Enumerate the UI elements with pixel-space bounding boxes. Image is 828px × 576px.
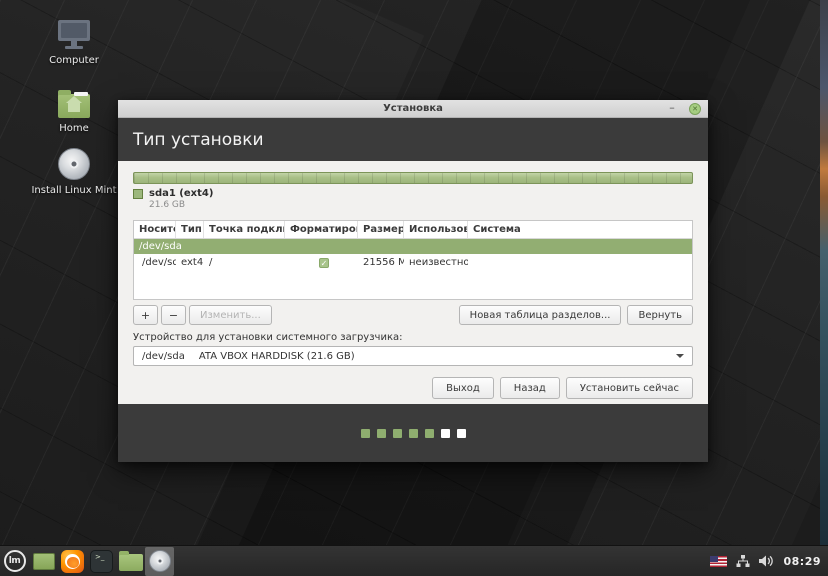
revert-button[interactable]: Вернуть — [627, 305, 693, 325]
add-partition-button[interactable]: + — [133, 305, 158, 325]
chevron-down-icon — [676, 354, 684, 358]
desktop-icon-label: Home — [59, 123, 89, 134]
used-cell: неизвестно — [409, 257, 468, 268]
table-row[interactable]: /dev/sda1 ext4 / ✓ 21556 MB неизвестно — [134, 254, 692, 271]
taskbar: lm >_ 08:29 — [0, 545, 828, 576]
network-icon[interactable] — [736, 555, 750, 567]
terminal-launcher[interactable]: >_ — [87, 547, 116, 576]
change-partition-button[interactable]: Изменить... — [189, 305, 272, 325]
computer-icon — [24, 16, 124, 50]
bootloader-device-dropdown[interactable]: /dev/sda ATA VBOX HARDDISK (21.6 GB) — [133, 346, 693, 366]
desktop-icon-label: Install Linux Mint — [31, 185, 117, 196]
firefox-launcher[interactable] — [58, 547, 87, 576]
quit-button[interactable]: Выход — [432, 377, 494, 399]
installer-disc-icon — [148, 550, 171, 572]
legend-partition-name: sda1 (ext4) — [149, 188, 214, 199]
table-header-row: Носитель Тип Точка подключения Форматиро… — [134, 221, 692, 239]
column-header[interactable]: Использовано — [404, 221, 468, 238]
system-tray: 08:29 — [710, 555, 828, 568]
install-now-button[interactable]: Установить сейчас — [565, 377, 693, 399]
bootloader-device-description: ATA VBOX HARDDISK (21.6 GB) — [198, 350, 355, 362]
wizard-actions: Выход Назад Установить сейчас — [133, 377, 693, 399]
desktop-icon-computer[interactable]: Computer — [24, 16, 124, 66]
column-header[interactable]: Размер — [358, 221, 404, 238]
format-checkbox[interactable]: ✓ — [319, 257, 329, 268]
device-cell: /dev/sda — [139, 241, 182, 252]
back-button[interactable]: Назад — [499, 377, 560, 399]
window-content: sda1 (ext4) 21.6 GB Носитель Тип Точка п… — [118, 161, 708, 404]
close-button[interactable]: ✕ — [689, 103, 701, 115]
taskbar-clock[interactable]: 08:29 — [783, 555, 823, 568]
partition-legend: sda1 (ext4) 21.6 GB — [133, 188, 693, 211]
table-row-selected[interactable]: /dev/sda — [134, 239, 692, 254]
column-header[interactable]: Система — [468, 221, 692, 238]
installer-window: Установка – ✕ Тип установки sda1 (ext4) … — [118, 100, 708, 462]
column-header[interactable]: Носитель — [134, 221, 176, 238]
column-header[interactable]: Тип — [176, 221, 204, 238]
format-cell: ✓ — [285, 257, 358, 268]
partition-toolbar: + − Изменить... Новая таблица разделов..… — [133, 305, 693, 325]
show-desktop-button[interactable] — [29, 547, 58, 576]
column-header[interactable]: Точка подключения — [204, 221, 285, 238]
progress-dot — [392, 428, 402, 438]
bootloader-device: /dev/sda — [142, 350, 185, 362]
firefox-icon — [61, 549, 84, 573]
window-titlebar[interactable]: Установка – ✕ — [118, 100, 708, 118]
folder-icon — [118, 551, 143, 571]
partition-table: Носитель Тип Точка подключения Форматиро… — [133, 220, 693, 300]
desktop-icon-install-linux-mint[interactable]: Install Linux Mint — [24, 146, 124, 196]
column-header[interactable]: Форматировать? — [285, 221, 358, 238]
secondary-wallpaper-strip — [820, 0, 828, 545]
install-disc-icon — [24, 146, 124, 180]
progress-dot — [440, 428, 450, 438]
page-title: Тип установки — [118, 118, 708, 161]
size-cell: 21556 MB — [363, 257, 404, 268]
progress-dot — [456, 428, 466, 438]
desktop-icon-home[interactable]: Home — [24, 84, 124, 134]
progress-dots — [360, 428, 466, 438]
volume-icon[interactable] — [759, 555, 774, 567]
device-cell: /dev/sda1 — [142, 257, 176, 268]
partition-bar — [133, 172, 693, 184]
wizard-footer — [118, 404, 708, 462]
legend-partition-size: 21.6 GB — [149, 200, 186, 210]
keyboard-layout-us-flag-icon[interactable] — [710, 555, 728, 567]
terminal-icon: >_ — [90, 549, 113, 573]
installer-task-button[interactable] — [145, 546, 174, 576]
progress-dot — [408, 428, 418, 438]
type-cell: ext4 — [181, 257, 204, 268]
remove-partition-button[interactable]: − — [161, 305, 186, 325]
mint-menu-button[interactable]: lm — [0, 547, 29, 576]
progress-dot — [376, 428, 386, 438]
show-desktop-icon — [32, 552, 55, 570]
window-title: Установка — [383, 103, 443, 114]
progress-dot — [424, 428, 434, 438]
linux-mint-logo-icon: lm — [3, 550, 26, 572]
mount-cell: / — [209, 257, 213, 268]
new-partition-table-button[interactable]: Новая таблица разделов... — [458, 305, 622, 325]
desktop-icon-label: Computer — [49, 55, 99, 66]
home-folder-icon — [24, 84, 124, 118]
progress-dot — [360, 428, 370, 438]
minimize-button[interactable]: – — [664, 100, 680, 117]
file-manager-launcher[interactable] — [116, 547, 145, 576]
legend-color-swatch — [133, 189, 143, 199]
bootloader-label: Устройство для установки системного загр… — [133, 332, 403, 343]
